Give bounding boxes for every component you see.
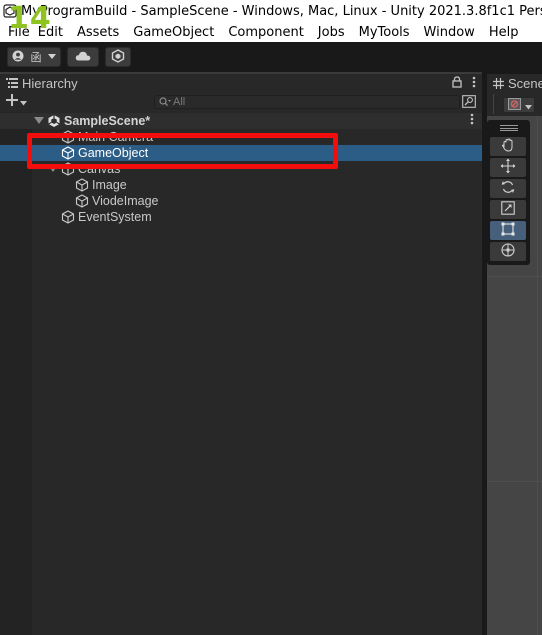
rect-transform-icon xyxy=(501,222,515,239)
plus-icon xyxy=(6,93,18,111)
rect-tool-button[interactable] xyxy=(490,221,526,240)
tree-item-image[interactable]: Image xyxy=(0,177,482,193)
menu-assets[interactable]: Assets xyxy=(77,25,119,40)
hierarchy-tab-label: Hierarchy xyxy=(22,75,78,91)
create-dropdown-button[interactable] xyxy=(6,93,27,111)
chevron-down-icon xyxy=(48,51,56,63)
account-icon xyxy=(12,50,24,65)
menu-mytools[interactable]: MyTools xyxy=(359,25,410,40)
gameobject-cube-icon xyxy=(75,194,89,208)
expand-arrow-icon[interactable] xyxy=(34,116,44,126)
menu-window[interactable]: Window xyxy=(424,25,475,40)
toolbar-separator xyxy=(493,94,494,114)
grid-icon xyxy=(493,77,504,89)
more-options-icon[interactable] xyxy=(472,76,476,91)
rotate-icon xyxy=(501,180,515,197)
hierarchy-search[interactable] xyxy=(154,95,460,109)
cloud-button[interactable] xyxy=(67,47,99,67)
tree-item-viodeimage[interactable]: ViodeImage xyxy=(0,193,482,209)
menu-gameobject[interactable]: GameObject xyxy=(133,25,214,40)
filter-icon[interactable] xyxy=(462,95,476,111)
cloud-icon xyxy=(75,51,91,64)
scene-gizmo-icon xyxy=(508,97,521,113)
move-tool-button[interactable] xyxy=(490,158,526,177)
account-dropdown[interactable]: 函 xyxy=(7,47,61,67)
tree-item-label: ViodeImage xyxy=(92,194,159,208)
menu-jobs[interactable]: Jobs xyxy=(318,25,345,40)
collab-button[interactable] xyxy=(105,47,131,67)
list-icon xyxy=(6,78,18,88)
tab-hierarchy[interactable]: Hierarchy xyxy=(0,72,482,92)
transform-icon xyxy=(500,242,516,261)
collab-icon xyxy=(111,48,125,66)
tree-item-label: Image xyxy=(92,178,127,192)
scene-more-icon[interactable] xyxy=(470,113,474,128)
scene-row[interactable]: SampleScene* xyxy=(0,113,482,129)
window-title-bar: MyProgramBuild - SampleScene - Windows, … xyxy=(0,0,542,22)
gameobject-cube-icon xyxy=(61,210,75,224)
tree-item-eventsystem[interactable]: EventSystem xyxy=(0,209,482,225)
transform-tool-button[interactable] xyxy=(490,242,526,261)
step-number-overlay: 14 xyxy=(8,1,52,36)
hierarchy-tree: SampleScene* Main Camera GameObject Canv… xyxy=(0,112,482,635)
grid-line xyxy=(487,276,542,277)
gizmo-dropdown[interactable] xyxy=(503,97,535,113)
unity-scene-icon xyxy=(47,114,61,128)
menu-component[interactable]: Component xyxy=(228,25,303,40)
menu-bar: File Edit Assets GameObject Component Jo… xyxy=(0,22,542,42)
hierarchy-toolbar xyxy=(0,92,482,112)
chevron-down-icon xyxy=(525,98,532,113)
hand-tool-button[interactable] xyxy=(490,137,526,156)
rotate-tool-button[interactable] xyxy=(490,179,526,198)
highlight-annotation-box xyxy=(27,133,338,169)
main-toolbar: 函 xyxy=(0,42,542,72)
search-input[interactable] xyxy=(171,96,441,108)
tree-item-label: EventSystem xyxy=(78,210,152,224)
move-arrows-icon xyxy=(500,158,516,177)
scale-tool-button[interactable] xyxy=(490,200,526,219)
hand-icon xyxy=(501,138,515,155)
grid-line xyxy=(487,481,542,482)
window-title: MyProgramBuild - SampleScene - Windows, … xyxy=(21,3,542,19)
chevron-down-icon xyxy=(20,93,27,111)
gameobject-cube-icon xyxy=(75,178,89,192)
menu-help[interactable]: Help xyxy=(489,25,519,40)
grid-line xyxy=(537,116,538,635)
scene-tab-label: Scene xyxy=(508,75,542,91)
scale-icon xyxy=(501,201,515,218)
search-icon xyxy=(159,97,171,107)
drag-handle-icon[interactable] xyxy=(500,125,518,131)
scene-name: SampleScene* xyxy=(64,114,151,128)
account-name: 函 xyxy=(30,52,42,64)
tab-scene[interactable]: Scene xyxy=(487,74,542,92)
hierarchy-tab-row: Hierarchy xyxy=(0,72,482,92)
lock-icon[interactable] xyxy=(452,76,462,91)
